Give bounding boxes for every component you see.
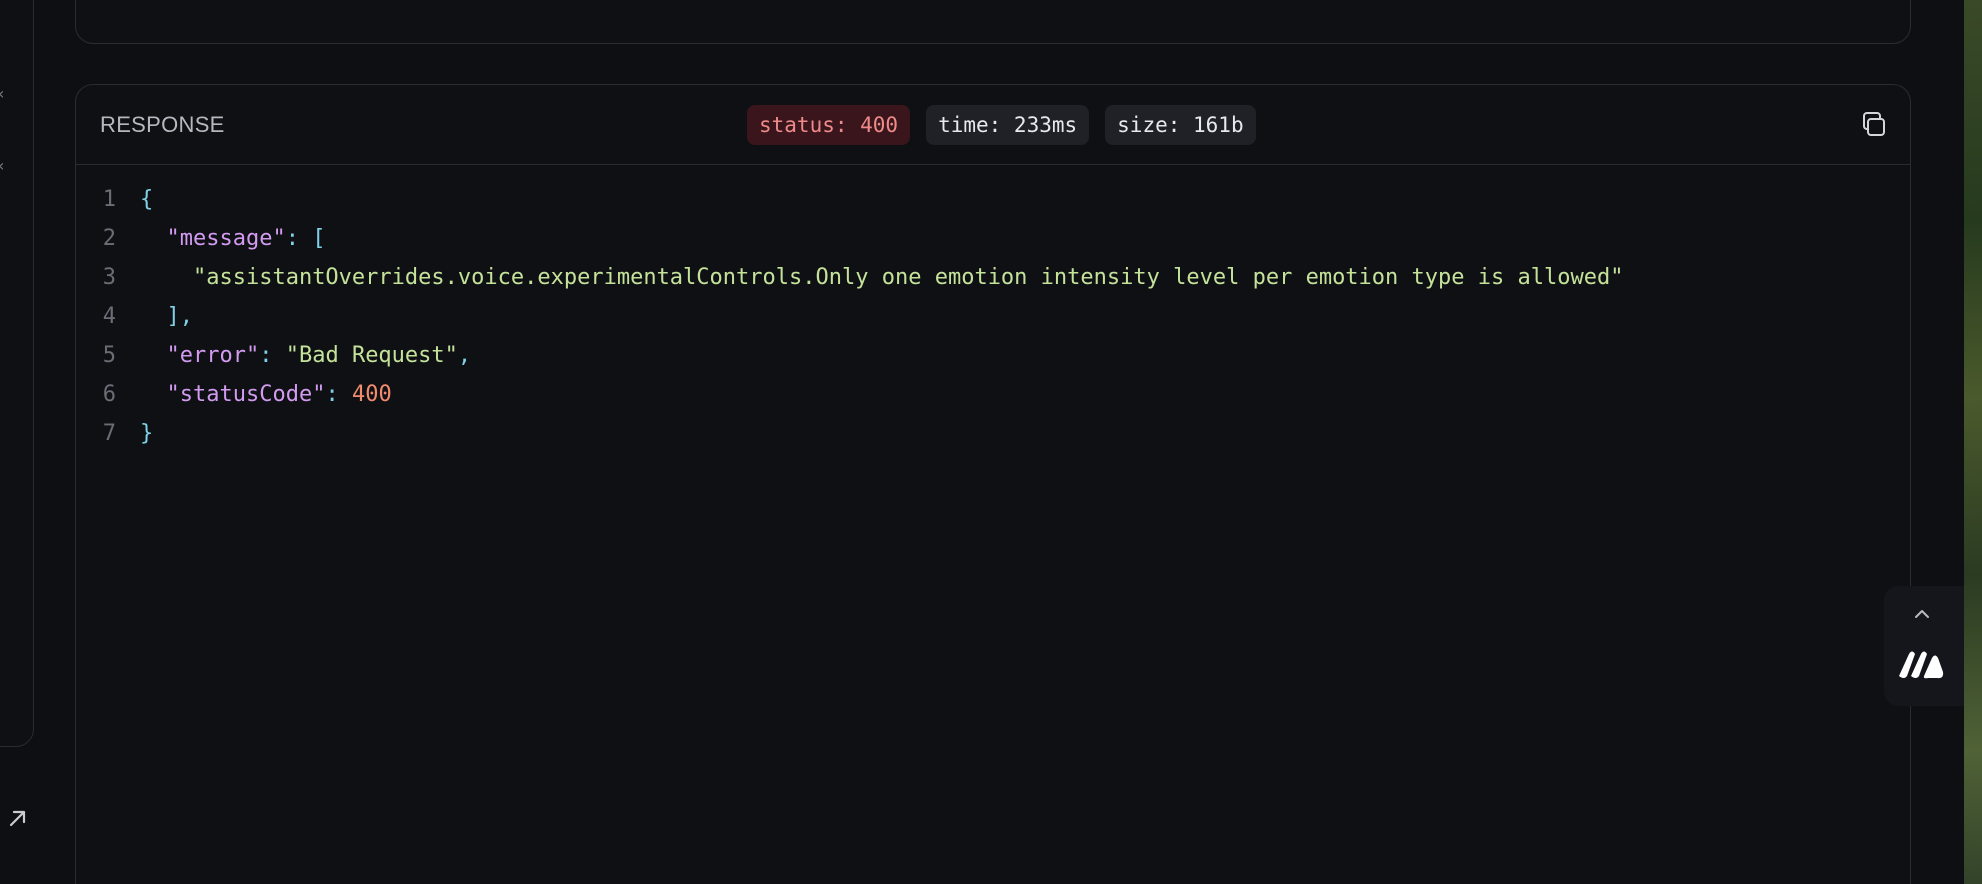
code-line: 4 ], — [76, 297, 1623, 336]
code-line: 7 } — [76, 414, 1623, 453]
size-badge: size: 161b — [1105, 105, 1256, 145]
response-header: RESPONSE status: 400 time: 233ms size: 1… — [76, 85, 1910, 165]
colon: : — [325, 382, 352, 407]
code-line: 1 { — [76, 180, 1623, 219]
open-bracket: [ — [312, 226, 326, 251]
status-badge: status: 400 — [747, 105, 911, 145]
open-brace: { — [140, 187, 154, 212]
brand-logo[interactable] — [1896, 648, 1944, 680]
code-line: 3 "assistantOverrides.voice.experimental… — [76, 258, 1624, 297]
response-title: RESPONSE — [100, 112, 225, 137]
line-number: 3 — [102, 265, 116, 290]
line-number: 5 — [102, 343, 116, 368]
line-number: 4 — [102, 304, 116, 329]
line-number: 2 — [102, 226, 116, 251]
json-key-error: "error" — [166, 343, 260, 368]
chevron-left-icon[interactable]: ‹ — [0, 84, 4, 103]
comma: , — [457, 343, 472, 368]
response-badges: status: 400 time: 233ms size: 161b — [747, 105, 1256, 145]
close-bracket: ], — [166, 304, 194, 329]
time-badge: time: 233ms — [926, 105, 1090, 145]
response-panel: RESPONSE status: 400 time: 233ms size: 1… — [75, 84, 1911, 884]
response-code[interactable]: 1 { 2 "message": [ 3 "assistantOverrides… — [76, 180, 1624, 453]
page: ‹ ‹ RESPONSE status: 400 time: 233ms siz… — [0, 0, 1982, 884]
left-sidebar — [0, 0, 34, 747]
json-string-error: "Bad Request" — [285, 343, 458, 368]
arrow-up-right-icon[interactable] — [6, 806, 30, 830]
colon: : — [285, 226, 313, 251]
floating-widget — [1884, 586, 1964, 706]
chevron-left-icon[interactable]: ‹ — [0, 156, 4, 175]
json-key-message: "message" — [166, 226, 286, 251]
line-number: 6 — [102, 382, 116, 407]
line-number: 7 — [102, 421, 116, 446]
line-number: 1 — [102, 187, 116, 212]
code-line: 2 "message": [ — [76, 219, 1623, 258]
code-line: 6 "statusCode": 400 — [76, 375, 1623, 414]
chevron-up-icon[interactable] — [1910, 602, 1934, 626]
code-line: 5 "error": "Bad Request", — [76, 336, 1623, 375]
copy-icon[interactable] — [1858, 109, 1890, 141]
json-key-status-code: "statusCode" — [166, 382, 326, 407]
json-string-message: "assistantOverrides.voice.experimentalCo… — [192, 265, 1624, 290]
background-image-edge — [1964, 0, 1982, 884]
colon: : — [259, 343, 286, 368]
request-panel — [75, 0, 1911, 44]
close-brace: } — [140, 421, 154, 446]
json-number-status-code: 400 — [351, 382, 392, 407]
